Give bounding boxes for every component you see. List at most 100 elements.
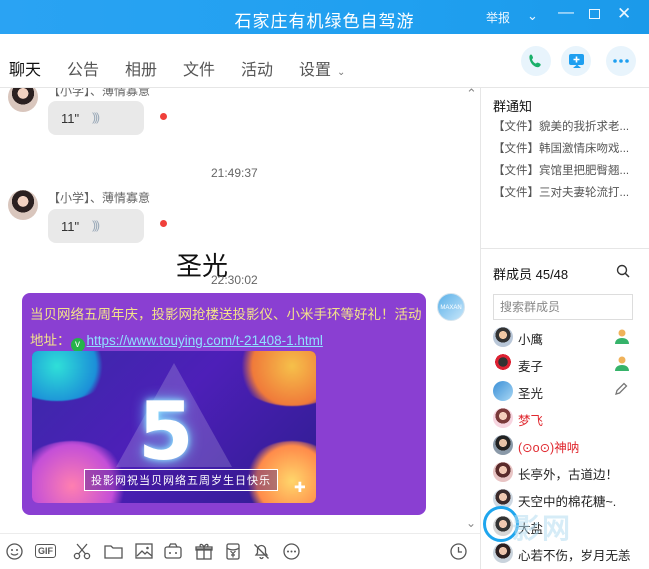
promo-image-caption: 投影网祝当贝网络五周岁生日快乐 <box>84 469 278 491</box>
unread-dot <box>160 113 167 120</box>
gift-icon <box>195 543 213 560</box>
voice-wave-icon: ))) <box>92 110 100 124</box>
sender-name: 【小学】、薄情寡意 <box>48 88 151 98</box>
notice-item[interactable]: 【文件】貌美的我折求老... <box>493 118 641 134</box>
tab-files[interactable]: 文件 <box>183 56 215 80</box>
tab-bar: 聊天 公告 相册 文件 活动 设置 ⌄ <box>0 34 649 94</box>
share-screen-button[interactable] <box>561 46 591 76</box>
sender-name: 【小学】、薄情寡意 <box>48 191 151 205</box>
promo-link[interactable]: https://www.touying.com/t-21408-1.html <box>87 333 323 348</box>
promo-message-bubble[interactable]: 当贝网络五周年庆，投影网抢楼送投影仪、小米手环等好礼！活动地址： v https:/… <box>22 293 426 515</box>
member-name: 梦飞 <box>518 414 544 428</box>
window-title: 石家庄有机绿色自驾游 <box>234 12 415 31</box>
member-item[interactable]: 长亭外，古道边！ <box>493 461 643 483</box>
gif-button[interactable]: GIF <box>35 542 56 560</box>
admin-badge-icon <box>613 354 631 375</box>
member-name: 麦子 <box>518 360 544 374</box>
chevron-down-icon[interactable]: ⌄ <box>527 8 538 24</box>
avatar <box>493 543 513 563</box>
red-packet-icon <box>226 542 240 560</box>
avatar[interactable] <box>8 190 38 220</box>
more-options-button[interactable] <box>606 46 636 76</box>
unread-dot <box>160 220 167 227</box>
search-icon[interactable] <box>616 264 630 281</box>
notice-item[interactable]: 【文件】韩国激情床吻戏... <box>493 140 641 156</box>
member-item[interactable]: 梦飞 <box>493 407 643 429</box>
avatar <box>493 408 513 428</box>
member-search-input[interactable] <box>493 294 633 320</box>
promo-big-number: 5 <box>138 385 194 478</box>
more-tools-button[interactable] <box>283 542 300 560</box>
tab-album[interactable]: 相册 <box>125 56 157 80</box>
member-name: (⊙o⊙)神呐 <box>518 441 580 455</box>
emoji-button[interactable] <box>6 542 23 560</box>
admin-badge-icon <box>613 327 631 348</box>
edit-icon[interactable] <box>613 381 629 400</box>
collapse-icon[interactable]: ⌃ <box>466 88 477 102</box>
divider <box>481 248 649 249</box>
screenshot-cut-button[interactable] <box>73 542 91 560</box>
phone-call-button[interactable] <box>521 46 551 76</box>
share-screen-icon <box>568 54 584 68</box>
image-icon <box>135 543 153 559</box>
folder-icon <box>104 545 123 559</box>
close-icon[interactable]: ✕ <box>617 4 631 24</box>
member-item[interactable]: 麦子 <box>493 353 643 375</box>
tab-activity[interactable]: 活动 <box>241 56 273 80</box>
screenshot-icon <box>164 543 182 559</box>
member-item[interactable]: 小鹰 <box>493 326 643 348</box>
tab-settings[interactable]: 设置 ⌄ <box>299 56 345 80</box>
chevron-down-icon: ⌄ <box>337 67 346 78</box>
group-info-panel: 群通知 【文件】貌美的我折求老... 【文件】韩国激情床吻戏... 【文件】宾馆… <box>480 88 649 569</box>
avatar <box>493 462 513 482</box>
watermark-text: 影网 <box>512 513 573 544</box>
avatar <box>493 381 513 401</box>
scroll-down-icon[interactable]: ⌄ <box>466 516 476 530</box>
avatar[interactable] <box>8 88 38 112</box>
self-avatar[interactable]: MAXAN <box>437 293 465 321</box>
timestamp: 22:30:02 <box>211 273 258 287</box>
more-icon <box>613 59 629 63</box>
phone-icon <box>529 54 541 68</box>
history-button[interactable] <box>450 542 467 560</box>
more-icon <box>283 542 300 560</box>
minimize-icon[interactable]: — <box>558 4 574 22</box>
tab-chat[interactable]: 聊天 <box>6 56 44 94</box>
voice-message[interactable]: 11" ))) <box>48 101 144 135</box>
promo-image[interactable]: 5 投影网祝当贝网络五周岁生日快乐 ✚ <box>32 351 316 503</box>
member-item[interactable]: (⊙o⊙)神呐 <box>493 434 643 456</box>
screen-capture-button[interactable] <box>164 542 182 560</box>
bell-icon <box>254 543 269 559</box>
members-count-title: 群成员 45/48 <box>493 267 569 282</box>
gif-icon: GIF <box>35 544 56 558</box>
expand-icon[interactable]: ✚ <box>294 479 306 496</box>
report-button[interactable]: 举报 <box>486 9 510 26</box>
maximize-icon[interactable] <box>589 9 600 19</box>
voice-duration: 11" <box>61 219 80 234</box>
verified-icon: v <box>70 338 85 352</box>
red-packet-button[interactable] <box>225 542 241 560</box>
member-name: 小鹰 <box>518 333 544 347</box>
input-toolbar: GIF <box>0 533 480 569</box>
file-button[interactable] <box>104 542 123 560</box>
notice-item[interactable]: 【文件】三对夫妻轮流打... <box>493 184 641 200</box>
tab-settings-label: 设置 <box>299 62 332 79</box>
notification-button[interactable] <box>253 542 270 560</box>
gift-button[interactable] <box>195 542 213 560</box>
image-button[interactable] <box>135 542 153 560</box>
voice-message[interactable]: 11" ))) <box>48 209 144 243</box>
avatar <box>493 327 513 347</box>
title-bar: 石家庄有机绿色自驾游 举报 ⌄ — ✕ <box>0 0 649 34</box>
notice-title: 群通知 <box>493 99 533 114</box>
tab-announcement[interactable]: 公告 <box>67 56 99 80</box>
member-name: 圣光 <box>518 387 544 401</box>
voice-wave-icon: ))) <box>92 218 100 232</box>
timestamp: 21:49:37 <box>211 166 258 180</box>
member-item[interactable]: 圣光 <box>493 380 643 402</box>
voice-duration: 11" <box>61 111 80 126</box>
chat-panel[interactable]: ⌃ 【小学】、薄情寡意 11" ))) 21:49:37 【小学】、薄情寡意 1… <box>0 88 480 533</box>
scissors-icon <box>73 543 91 559</box>
notice-item[interactable]: 【文件】宾馆里把肥臀翘... <box>493 162 641 178</box>
avatar <box>493 435 513 455</box>
member-name: 心若不伤，岁月无恙 <box>518 549 631 563</box>
